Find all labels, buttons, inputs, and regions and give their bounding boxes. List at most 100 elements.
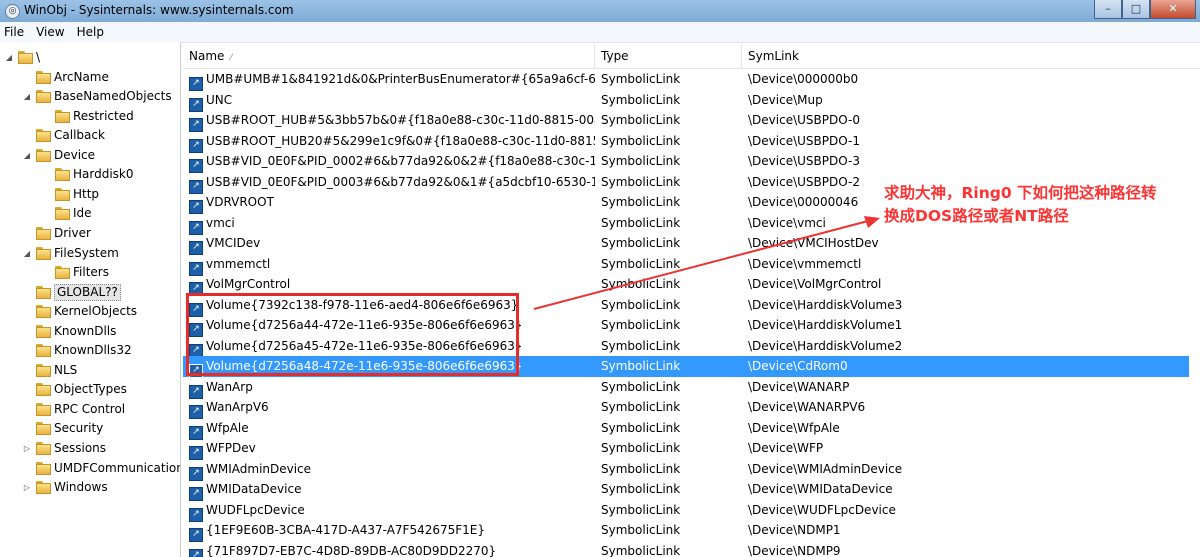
cell-name: ↗ USB#VID_0E0F&PID_0003#6&b77da92&0&1#{a5…	[189, 172, 595, 194]
table-row[interactable]: ↗ Volume{d7256a44-472e-11e6-935e-806e6f6e…	[183, 315, 1189, 337]
tree-node[interactable]: KnownDlls32	[0, 341, 180, 360]
table-row[interactable]: ↗ vmmemctl SymbolicLink \Device\vmmemctl	[183, 254, 1189, 276]
tree-node-label: Security	[54, 421, 104, 436]
cell-symlink: \Device\VolMgrControl	[748, 277, 882, 291]
cell-name: ↗ VDRVROOT	[189, 192, 595, 214]
menu-help[interactable]: Help	[71, 22, 110, 42]
minimize-button[interactable]: –	[1094, 0, 1122, 19]
table-row[interactable]: ↗ WFPDev SymbolicLink \Device\WFP	[183, 438, 1189, 460]
table-row[interactable]: ↗ VolMgrControl SymbolicLink \Device\VolMgr…	[183, 274, 1189, 296]
cell-name: ↗ UNC	[189, 90, 595, 112]
tree-node[interactable]: Driver	[0, 224, 180, 243]
tree-node-label: Ide	[73, 206, 92, 221]
object-name: WanArp	[206, 379, 253, 394]
menu-file[interactable]: File	[0, 22, 30, 42]
table-row[interactable]: ↗ WanArpV6 SymbolicLink \Device\WANARPV6	[183, 397, 1189, 419]
folder-icon	[36, 90, 51, 104]
tree-node[interactable]: ◢ FileSystem	[0, 244, 180, 263]
cell-name: ↗ vmci	[189, 213, 595, 235]
tree-node[interactable]: Http	[0, 185, 180, 204]
table-row[interactable]: ↗ USB#ROOT_HUB#5&3bb57b&0#{f18a0e88-c30c-…	[183, 110, 1189, 132]
tree-node[interactable]: KnownDlls	[0, 322, 180, 341]
tree-node-label: Filters	[73, 265, 109, 280]
object-list[interactable]: Name ⁄ Type SymLink ↗ UMB#UMB#1&841921d&0&…	[183, 42, 1200, 557]
table-row[interactable]: ↗ WMIDataDevice SymbolicLink \Device\WMIDat…	[183, 479, 1189, 501]
tree-node[interactable]: Harddisk0	[0, 165, 180, 184]
object-tree[interactable]: ◢ \ ArcName ◢ BaseNamedObjects Restricted Call…	[0, 42, 181, 557]
tree-node[interactable]: Callback	[0, 126, 180, 145]
column-header-symlink[interactable]: SymLink	[742, 44, 1200, 68]
tree-node[interactable]: RPC Control	[0, 400, 180, 419]
cell-symlink: \Device\HarddiskVolume3	[748, 297, 903, 312]
table-row[interactable]: ↗ WanArp SymbolicLink \Device\WANARP	[183, 377, 1189, 399]
table-row[interactable]: ↗ VMCIDev SymbolicLink \Device\VMCIHostDev	[183, 233, 1189, 255]
tree-node[interactable]: UMDFCommunicationPorts	[0, 459, 180, 478]
cell-name: ↗ WfpAle	[189, 418, 595, 440]
menu-view[interactable]: View	[30, 22, 70, 42]
cell-type: SymbolicLink	[601, 359, 681, 373]
window-title: WinObj - Sysinternals: www.sysinternals.…	[24, 3, 294, 17]
cell-symlink: \Device\CdRom0	[748, 359, 848, 373]
maximize-button[interactable]: □	[1122, 0, 1150, 19]
tree-node[interactable]: ◢ \	[0, 48, 180, 67]
cell-symlink: \Device\Mup	[748, 92, 823, 107]
cell-symlink: \Device\USBPDO-1	[748, 133, 860, 148]
tree-node-label: RPC Control	[54, 401, 126, 416]
column-header-name[interactable]: Name ⁄	[183, 44, 595, 68]
table-row[interactable]: ↗ Volume{7392c138-f978-11e6-aed4-806e6f6e…	[183, 295, 1189, 317]
cell-name: ↗ WanArp	[189, 377, 595, 399]
cell-type: SymbolicLink	[601, 441, 681, 455]
folder-icon	[36, 363, 51, 377]
folder-icon	[36, 70, 51, 84]
tree-node-label: Harddisk0	[73, 167, 134, 182]
folder-icon	[36, 246, 51, 260]
object-name: WMIAdminDevice	[206, 461, 312, 476]
folder-icon	[36, 344, 51, 358]
table-row[interactable]: ↗ WfpAle SymbolicLink \Device\WfpAle	[183, 418, 1189, 440]
cell-symlink: \Device\WANARP	[748, 379, 850, 394]
tree-node-label: ObjectTypes	[54, 382, 127, 397]
table-row[interactable]: ↗ USB#ROOT_HUB20#5&299e1c9f&0#{f18a0e88-c…	[183, 131, 1189, 153]
tree-node[interactable]: ObjectTypes	[0, 380, 180, 399]
folder-icon	[55, 207, 70, 221]
tree-node[interactable]: KernelObjects	[0, 302, 180, 321]
collapse-arrow-icon[interactable]: ◢	[22, 244, 32, 263]
cell-name: ↗ {71F897D7-EB7C-4D8D-89DB-AC80D9DD2270}	[189, 541, 595, 557]
cell-symlink: \Device\USBPDO-3	[748, 154, 860, 168]
tree-node-label: FileSystem	[54, 245, 119, 260]
table-row[interactable]: ↗ UNC SymbolicLink \Device\Mup	[183, 90, 1189, 112]
table-row[interactable]: ↗ UMB#UMB#1&841921d&0&PrinterBusEnumerato…	[183, 69, 1189, 91]
table-row[interactable]: ↗ {71F897D7-EB7C-4D8D-89DB-AC80D9DD2270} S…	[183, 541, 1189, 557]
tree-node[interactable]: Filters	[0, 263, 180, 282]
tree-node[interactable]: ▷ Windows	[0, 478, 180, 497]
tree-node[interactable]: NLS	[0, 361, 180, 380]
tree-node[interactable]: Ide	[0, 204, 180, 223]
cell-symlink: \Device\000000b0	[748, 72, 859, 86]
tree-node[interactable]: ◢ Device	[0, 146, 180, 165]
cell-type: SymbolicLink	[601, 236, 681, 250]
cell-name: ↗ USB#ROOT_HUB20#5&299e1c9f&0#{f18a0e88-c…	[189, 131, 595, 153]
table-row[interactable]: ↗ USB#VID_0E0F&PID_0002#6&b77da92&0&2#{f1…	[183, 151, 1189, 173]
table-row[interactable]: ↗ WMIAdminDevice SymbolicLink \Device\WMIAd…	[183, 459, 1189, 481]
cell-name: ↗ WMIDataDevice	[189, 479, 595, 501]
winobj-app-icon: ◎	[5, 4, 20, 19]
tree-node[interactable]: Restricted	[0, 107, 180, 126]
table-row[interactable]: ↗ Volume{d7256a48-472e-11e6-935e-806e6f6e…	[183, 356, 1189, 378]
tree-node[interactable]: ◢ BaseNamedObjects	[0, 87, 180, 106]
collapse-arrow-icon[interactable]: ◢	[22, 146, 32, 165]
tree-node[interactable]: ArcName	[0, 68, 180, 87]
folder-icon	[18, 51, 33, 64]
close-button[interactable]: ✕	[1150, 0, 1196, 19]
cell-symlink: \Device\WANARPV6	[748, 400, 866, 414]
tree-node[interactable]: GLOBAL??	[0, 283, 180, 302]
table-row[interactable]: ↗ {1EF9E60B-3CBA-417D-A437-A7F542675F1E} S…	[183, 520, 1189, 542]
tree-node[interactable]: Security	[0, 419, 180, 438]
column-header-type[interactable]: Type	[595, 44, 742, 68]
collapse-arrow-icon[interactable]: ◢	[4, 48, 14, 67]
expand-arrow-icon[interactable]: ▷	[22, 478, 32, 497]
collapse-arrow-icon[interactable]: ◢	[22, 87, 32, 106]
table-row[interactable]: ↗ WUDFLpcDevice SymbolicLink \Device\WUDFLp…	[183, 500, 1189, 522]
tree-node[interactable]: ▷ Sessions	[0, 439, 180, 458]
table-row[interactable]: ↗ Volume{d7256a45-472e-11e6-935e-806e6f6e…	[183, 336, 1189, 358]
expand-arrow-icon[interactable]: ▷	[22, 439, 32, 458]
